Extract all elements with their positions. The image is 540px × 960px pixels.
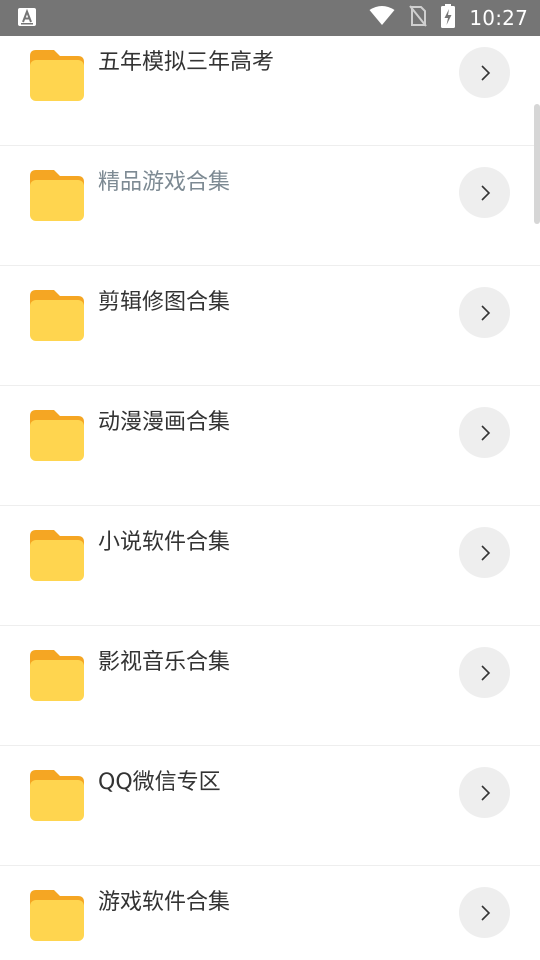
open-arrow-button[interactable]	[459, 647, 510, 698]
list-item-label: 五年模拟三年高考	[98, 50, 275, 75]
list-item[interactable]: 动漫漫画合集	[0, 386, 540, 506]
list-item-label: 小说软件合集	[98, 530, 231, 555]
folder-icon	[30, 410, 84, 461]
open-arrow-button[interactable]	[459, 527, 510, 578]
list-item[interactable]: 精品游戏合集	[0, 146, 540, 266]
folder-list: 五年模拟三年高考 精品游戏合集 剪辑修图合集 动漫漫画合集 小说软件合集 影视音…	[0, 36, 540, 960]
chevron-right-icon	[480, 784, 490, 801]
folder-icon	[30, 290, 84, 341]
chevron-right-icon	[480, 184, 490, 201]
list-item-label: 剪辑修图合集	[98, 290, 231, 315]
chevron-right-icon	[480, 904, 490, 921]
list-item[interactable]: 游戏软件合集	[0, 866, 540, 960]
battery-charging-icon	[441, 4, 456, 32]
list-item-label: 游戏软件合集	[98, 890, 231, 915]
list-item-label: QQ微信专区	[98, 770, 221, 795]
list-item-label: 精品游戏合集	[98, 170, 231, 195]
list-item[interactable]: 五年模拟三年高考	[0, 36, 540, 146]
wifi-icon	[369, 6, 395, 30]
chevron-right-icon	[480, 64, 490, 81]
open-arrow-button[interactable]	[459, 287, 510, 338]
list-item[interactable]: QQ微信专区	[0, 746, 540, 866]
folder-icon	[30, 50, 84, 101]
status-bar: 10:27	[0, 0, 540, 36]
list-item[interactable]: 剪辑修图合集	[0, 266, 540, 386]
status-time: 10:27	[469, 6, 528, 30]
open-arrow-button[interactable]	[459, 407, 510, 458]
chevron-right-icon	[480, 424, 490, 441]
folder-icon	[30, 530, 84, 581]
list-item-label: 动漫漫画合集	[98, 410, 231, 435]
open-arrow-button[interactable]	[459, 887, 510, 938]
scrollbar[interactable]	[534, 104, 540, 224]
chevron-right-icon	[480, 304, 490, 321]
chevron-right-icon	[480, 544, 490, 561]
folder-icon	[30, 650, 84, 701]
chevron-right-icon	[480, 664, 490, 681]
no-sim-icon	[409, 5, 428, 31]
folder-icon	[30, 770, 84, 821]
list-item[interactable]: 小说软件合集	[0, 506, 540, 626]
folder-icon	[30, 170, 84, 221]
list-item-label: 影视音乐合集	[98, 650, 231, 675]
folder-icon	[30, 890, 84, 941]
open-arrow-button[interactable]	[459, 767, 510, 818]
open-arrow-button[interactable]	[459, 167, 510, 218]
app-notification-icon	[18, 8, 36, 26]
open-arrow-button[interactable]	[459, 47, 510, 98]
list-item[interactable]: 影视音乐合集	[0, 626, 540, 746]
